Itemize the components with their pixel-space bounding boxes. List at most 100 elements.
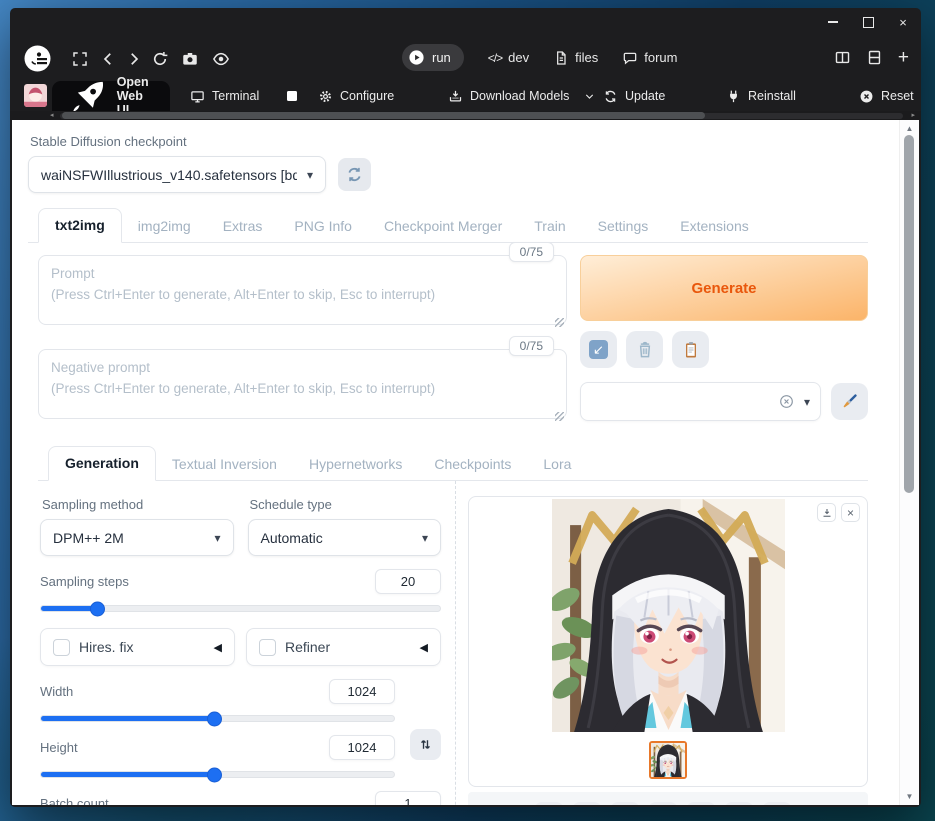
save-image-button[interactable] [572, 801, 602, 805]
hires-fix-checkbox[interactable] [53, 638, 70, 656]
forward-icon[interactable] [125, 50, 143, 68]
read-params-button[interactable]: ↙ [580, 331, 617, 368]
slider-thumb[interactable] [206, 711, 222, 726]
screenshot-icon[interactable] [181, 50, 199, 68]
edit-styles-button[interactable] [831, 383, 868, 420]
tab-hypernetworks[interactable]: Hypernetworks [293, 448, 418, 481]
horizontal-scrollbar[interactable]: ◂ ▸ [10, 111, 921, 120]
sampling-method-dropdown[interactable]: DPM++ 2M ▾ [40, 519, 234, 556]
send-to-extras-button[interactable] [724, 801, 754, 805]
tab-generation[interactable]: Generation [48, 446, 156, 481]
terminal-icon [191, 90, 204, 102]
tab-txt2img[interactable]: txt2img [38, 208, 122, 243]
refiner-accordion[interactable]: Refiner ◀ [246, 628, 441, 666]
slider-thumb[interactable] [89, 601, 105, 616]
close-image-button[interactable]: × [841, 503, 860, 522]
width-input[interactable]: 1024 [329, 679, 395, 704]
download-models-button[interactable]: Download Models [448, 81, 595, 111]
clear-prompt-button[interactable] [626, 331, 663, 368]
reload-icon[interactable] [151, 50, 169, 68]
refiner-checkbox[interactable] [259, 638, 276, 656]
send-to-img2img-button[interactable] [648, 801, 678, 805]
generated-image[interactable] [552, 499, 785, 732]
negative-prompt-input[interactable] [38, 349, 567, 419]
vscroll-up-arrow[interactable]: ▲ [900, 124, 919, 133]
configure-button[interactable]: Configure [318, 81, 394, 111]
schedule-type-dropdown[interactable]: Automatic ▾ [247, 519, 441, 556]
pinokio-logo[interactable] [24, 45, 51, 72]
open-folder-button[interactable] [534, 801, 564, 805]
tab-extensions[interactable]: Extensions [664, 210, 764, 243]
back-icon[interactable] [99, 50, 117, 68]
height-input[interactable]: 1024 [329, 735, 395, 760]
hscroll-right-arrow[interactable]: ▸ [911, 112, 915, 119]
swap-dimensions-button[interactable] [410, 729, 441, 760]
plus-icon[interactable]: + [898, 48, 909, 67]
tab-train[interactable]: Train [518, 210, 581, 243]
send-to-inpaint-button[interactable] [686, 801, 716, 805]
files-button[interactable]: files [553, 50, 598, 66]
eye-icon[interactable] [212, 50, 230, 68]
sampling-steps-slider[interactable] [40, 601, 441, 616]
tab-checkpoints[interactable]: Checkpoints [418, 448, 527, 481]
tab-extras[interactable]: Extras [207, 210, 279, 243]
checkpoint-dropdown[interactable]: waiNSFWIllustrious_v140.safetensors [bdb… [28, 156, 326, 193]
output-actions [468, 792, 868, 805]
reset-label: Reset [881, 89, 914, 103]
resize-grip-icon[interactable] [555, 318, 564, 327]
upscale-button[interactable] [762, 801, 792, 805]
code-icon: </> [487, 50, 503, 65]
close-button[interactable]: × [895, 14, 911, 30]
maximize-button[interactable] [860, 14, 876, 30]
styles-dropdown[interactable]: ▾ [580, 382, 821, 421]
tab-checkpoint-merger[interactable]: Checkpoint Merger [368, 210, 518, 243]
batch-count-input[interactable]: 1 [375, 791, 441, 805]
apply-styles-button[interactable] [672, 331, 709, 368]
generate-button[interactable]: Generate [580, 255, 868, 321]
fullscreen-icon[interactable] [71, 50, 89, 68]
update-button[interactable]: Update [603, 81, 665, 111]
sampling-steps-label: Sampling steps [40, 574, 129, 589]
terminal-button[interactable]: Terminal [190, 81, 259, 111]
vscroll-down-arrow[interactable]: ▼ [900, 792, 919, 801]
schedule-type-label: Schedule type [249, 497, 332, 512]
batch-count-control: Batch count 1 [40, 791, 441, 805]
reset-button[interactable]: Reset [859, 81, 914, 111]
run-button[interactable]: run [402, 44, 464, 71]
file-icon [557, 50, 566, 65]
tab-img2img[interactable]: img2img [122, 210, 207, 243]
height-control: Height 1024 [40, 735, 395, 782]
split-rows-icon[interactable] [866, 49, 883, 66]
save-zip-button[interactable] [610, 801, 640, 805]
forum-button[interactable]: forum [622, 50, 677, 66]
tab-png-info[interactable]: PNG Info [278, 210, 368, 243]
hscroll-left-arrow[interactable]: ◂ [50, 112, 54, 119]
forum-label: forum [644, 50, 678, 65]
vertical-scrollbar[interactable]: ▲ ▼ [899, 120, 919, 805]
chevron-down-icon: ▾ [214, 530, 221, 545]
stop-button[interactable] [287, 81, 297, 111]
tab-textual-inversion[interactable]: Textual Inversion [156, 448, 293, 481]
hires-fix-accordion[interactable]: Hires. fix ◀ [40, 628, 235, 666]
vscroll-thumb[interactable] [904, 135, 914, 493]
prompt-input[interactable] [38, 255, 567, 325]
resize-grip-icon[interactable] [555, 412, 564, 421]
refresh-checkpoint-button[interactable] [338, 158, 371, 191]
tab-settings[interactable]: Settings [582, 210, 665, 243]
hscroll-thumb[interactable] [62, 112, 705, 119]
sampling-steps-input[interactable]: 20 [375, 569, 441, 594]
width-slider[interactable] [40, 711, 395, 726]
app-avatar[interactable] [24, 84, 47, 107]
download-image-icon [823, 508, 830, 517]
gallery-thumbnail[interactable] [649, 741, 687, 779]
dev-button[interactable]: </> dev [488, 50, 529, 65]
height-slider[interactable] [40, 767, 395, 782]
split-columns-icon[interactable] [834, 49, 851, 66]
main-tabs: txt2img img2img Extras PNG Info Checkpoi… [28, 207, 868, 243]
slider-thumb[interactable] [206, 767, 222, 782]
minimize-button[interactable] [825, 14, 841, 30]
tab-open-web-ui[interactable]: Open Web UI [52, 75, 170, 117]
tab-lora[interactable]: Lora [527, 448, 587, 481]
reinstall-button[interactable]: Reinstall [726, 81, 796, 111]
download-image-button[interactable] [817, 503, 836, 522]
